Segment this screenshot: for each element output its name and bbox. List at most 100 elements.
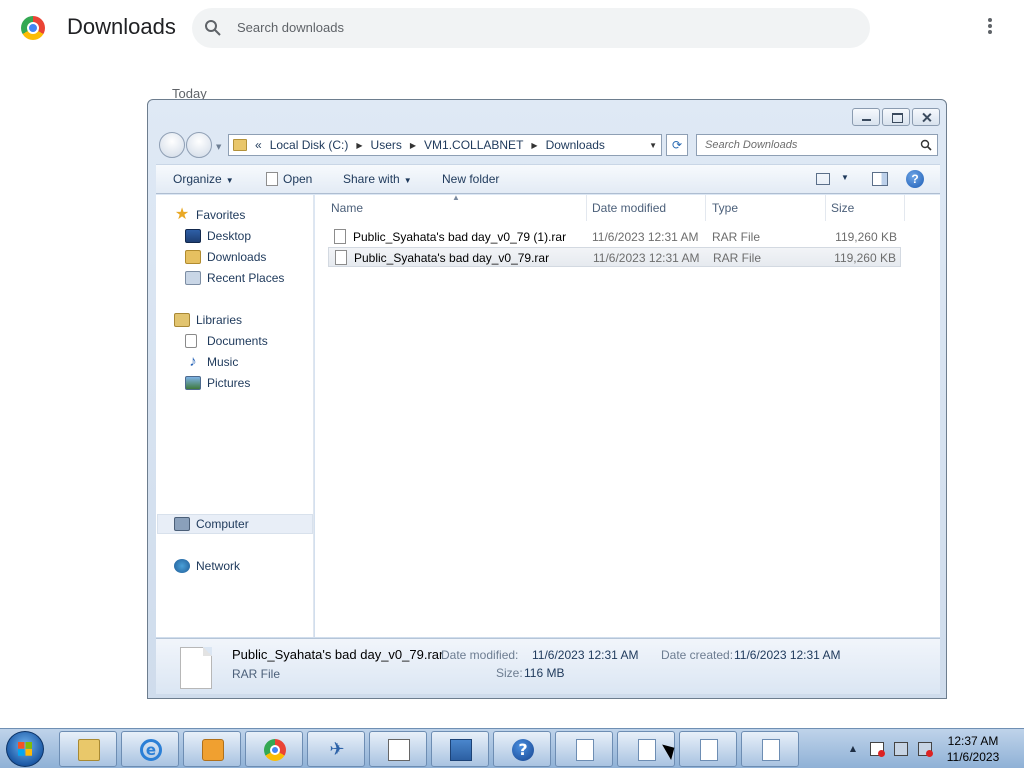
date-modified-value: 11/6/2023 12:31 AM [532, 648, 639, 662]
action-center-icon[interactable] [870, 742, 885, 757]
downloads-folder-icon [185, 250, 201, 264]
preview-pane-icon[interactable] [872, 172, 888, 186]
nav-label: Computer [196, 517, 249, 531]
file-row[interactable]: Public_Syahata's bad day_v0_79.rar 11/6/… [328, 247, 901, 267]
system-tray: ▲ [846, 739, 942, 759]
chevron-down-icon[interactable]: ▼ [841, 173, 849, 182]
taskbar-ie-button[interactable]: e [121, 731, 179, 767]
computer-icon [174, 517, 190, 531]
folder-icon [233, 139, 247, 151]
refresh-button[interactable]: ⟳ [666, 134, 688, 156]
taskbar-chrome-button[interactable] [245, 731, 303, 767]
breadcrumb-downloads[interactable]: Downloads [546, 138, 605, 152]
size-value: 116 MB [524, 666, 565, 680]
breadcrumb-arrow-icon[interactable]: ▶ [531, 141, 537, 150]
details-file-name: Public_Syahata's bad day_v0_79.rar [232, 647, 444, 662]
maximize-button[interactable] [882, 108, 910, 126]
search-downloads-field[interactable]: Search Downloads [696, 134, 938, 156]
taskbar: e ✈ ? ▲ 12:37 AM 11/6/2023 [0, 728, 1024, 768]
file-size: 119,260 KB [834, 251, 896, 265]
column-header-type[interactable]: Type [706, 195, 826, 221]
file-date: 11/6/2023 12:31 AM [593, 251, 700, 265]
help-icon[interactable]: ? [906, 170, 924, 188]
music-icon: ♪ [189, 353, 197, 370]
file-row[interactable]: Public_Syahata's bad day_v0_79 (1).rar 1… [328, 227, 901, 247]
breadcrumb-users[interactable]: Users [371, 138, 402, 152]
date-modified-label: Date modified: [441, 648, 519, 662]
show-hidden-icons-icon[interactable]: ▲ [846, 742, 860, 756]
nav-music[interactable]: ♪ Music [185, 352, 238, 372]
share-with-button[interactable]: Share with ▼ [343, 172, 412, 186]
nav-recent-places[interactable]: Recent Places [185, 268, 284, 288]
open-button[interactable]: Open [266, 172, 312, 186]
share-with-label: Share with [343, 172, 400, 186]
new-folder-button[interactable]: New folder [442, 172, 499, 186]
clock-date: 11/6/2023 [946, 750, 1000, 764]
organize-button[interactable]: Organize ▼ [173, 172, 234, 186]
minimize-button[interactable] [852, 108, 880, 126]
network-status-icon[interactable] [894, 742, 908, 756]
nav-documents[interactable]: Documents [185, 331, 268, 351]
documents-icon [185, 334, 197, 348]
organize-label: Organize [173, 172, 222, 186]
taskbar-control-panel-button[interactable] [431, 731, 489, 767]
search-downloads-input[interactable]: Search downloads [192, 8, 870, 48]
taskbar-media-button[interactable] [183, 731, 241, 767]
breadcrumb-arrow-icon[interactable]: ▶ [356, 141, 362, 150]
desktop-icon [185, 229, 201, 243]
help-icon: ? [512, 739, 534, 761]
nav-label: Favorites [196, 208, 246, 222]
nav-desktop[interactable]: Desktop [185, 226, 251, 246]
nav-pictures[interactable]: Pictures [185, 373, 250, 393]
column-header-date-modified[interactable]: Date modified [586, 195, 706, 221]
taskbar-explorer-button[interactable] [59, 731, 117, 767]
address-bar[interactable]: « Local Disk (C:) ▶ Users ▶ VM1.COLLABNE… [228, 134, 662, 156]
breadcrumb-local-disk[interactable]: Local Disk (C:) [270, 138, 349, 152]
taskbar-help-button[interactable]: ? [493, 731, 551, 767]
file-icon [334, 229, 346, 244]
breadcrumb-vm1-collabnet[interactable]: VM1.COLLABNET [424, 138, 523, 152]
chevron-down-icon: ▼ [225, 176, 234, 185]
file-icon [335, 250, 347, 265]
file-icon [180, 647, 212, 689]
nav-computer[interactable]: Computer [157, 514, 313, 534]
page-title: Downloads [67, 14, 176, 39]
nav-favorites[interactable]: ★ Favorites [174, 205, 246, 225]
file-name: Public_Syahata's bad day_v0_79.rar [354, 251, 550, 265]
column-header-size[interactable]: Size [825, 195, 905, 221]
date-created-value: 11/6/2023 12:31 AM [734, 648, 841, 662]
chrome-header: Downloads Search downloads [0, 0, 1024, 56]
internet-explorer-icon: e [140, 739, 162, 761]
breadcrumb-arrow-icon[interactable]: ▶ [410, 141, 416, 150]
clock[interactable]: 12:37 AM 11/6/2023 [938, 733, 1008, 765]
navigation-buttons: ▼ [157, 132, 223, 160]
recent-pages-dropdown[interactable]: ▼ [216, 143, 221, 151]
taskbar-window-button[interactable] [741, 731, 799, 767]
back-button[interactable] [159, 132, 185, 158]
taskbar-list-button[interactable] [369, 731, 427, 767]
taskbar-window-button[interactable] [679, 731, 737, 767]
list-icon [388, 739, 410, 761]
search-placeholder: Search Downloads [705, 139, 798, 151]
nav-network[interactable]: Network [174, 556, 240, 576]
file-type: RAR File [713, 251, 762, 265]
taskbar-window-button[interactable] [555, 731, 613, 767]
details-file-type: RAR File [232, 667, 281, 681]
nav-downloads[interactable]: Downloads [185, 247, 266, 267]
change-view-icon[interactable] [816, 173, 830, 185]
volume-muted-icon[interactable] [918, 742, 933, 757]
clock-time: 12:37 AM [947, 734, 999, 748]
libraries-icon [174, 313, 190, 327]
address-dropdown-icon[interactable]: ▼ [649, 141, 657, 150]
more-menu-icon[interactable] [984, 18, 996, 38]
start-button[interactable] [6, 731, 44, 767]
forward-button[interactable] [186, 132, 212, 158]
network-icon [174, 559, 190, 573]
close-button[interactable] [912, 108, 940, 126]
nav-libraries[interactable]: Libraries [174, 310, 242, 330]
taskbar-app-button[interactable]: ✈ [307, 731, 365, 767]
nav-label: Pictures [207, 376, 251, 390]
search-placeholder: Search downloads [237, 20, 344, 35]
control-panel-icon [450, 739, 472, 761]
address-chevron[interactable]: « [255, 138, 262, 152]
